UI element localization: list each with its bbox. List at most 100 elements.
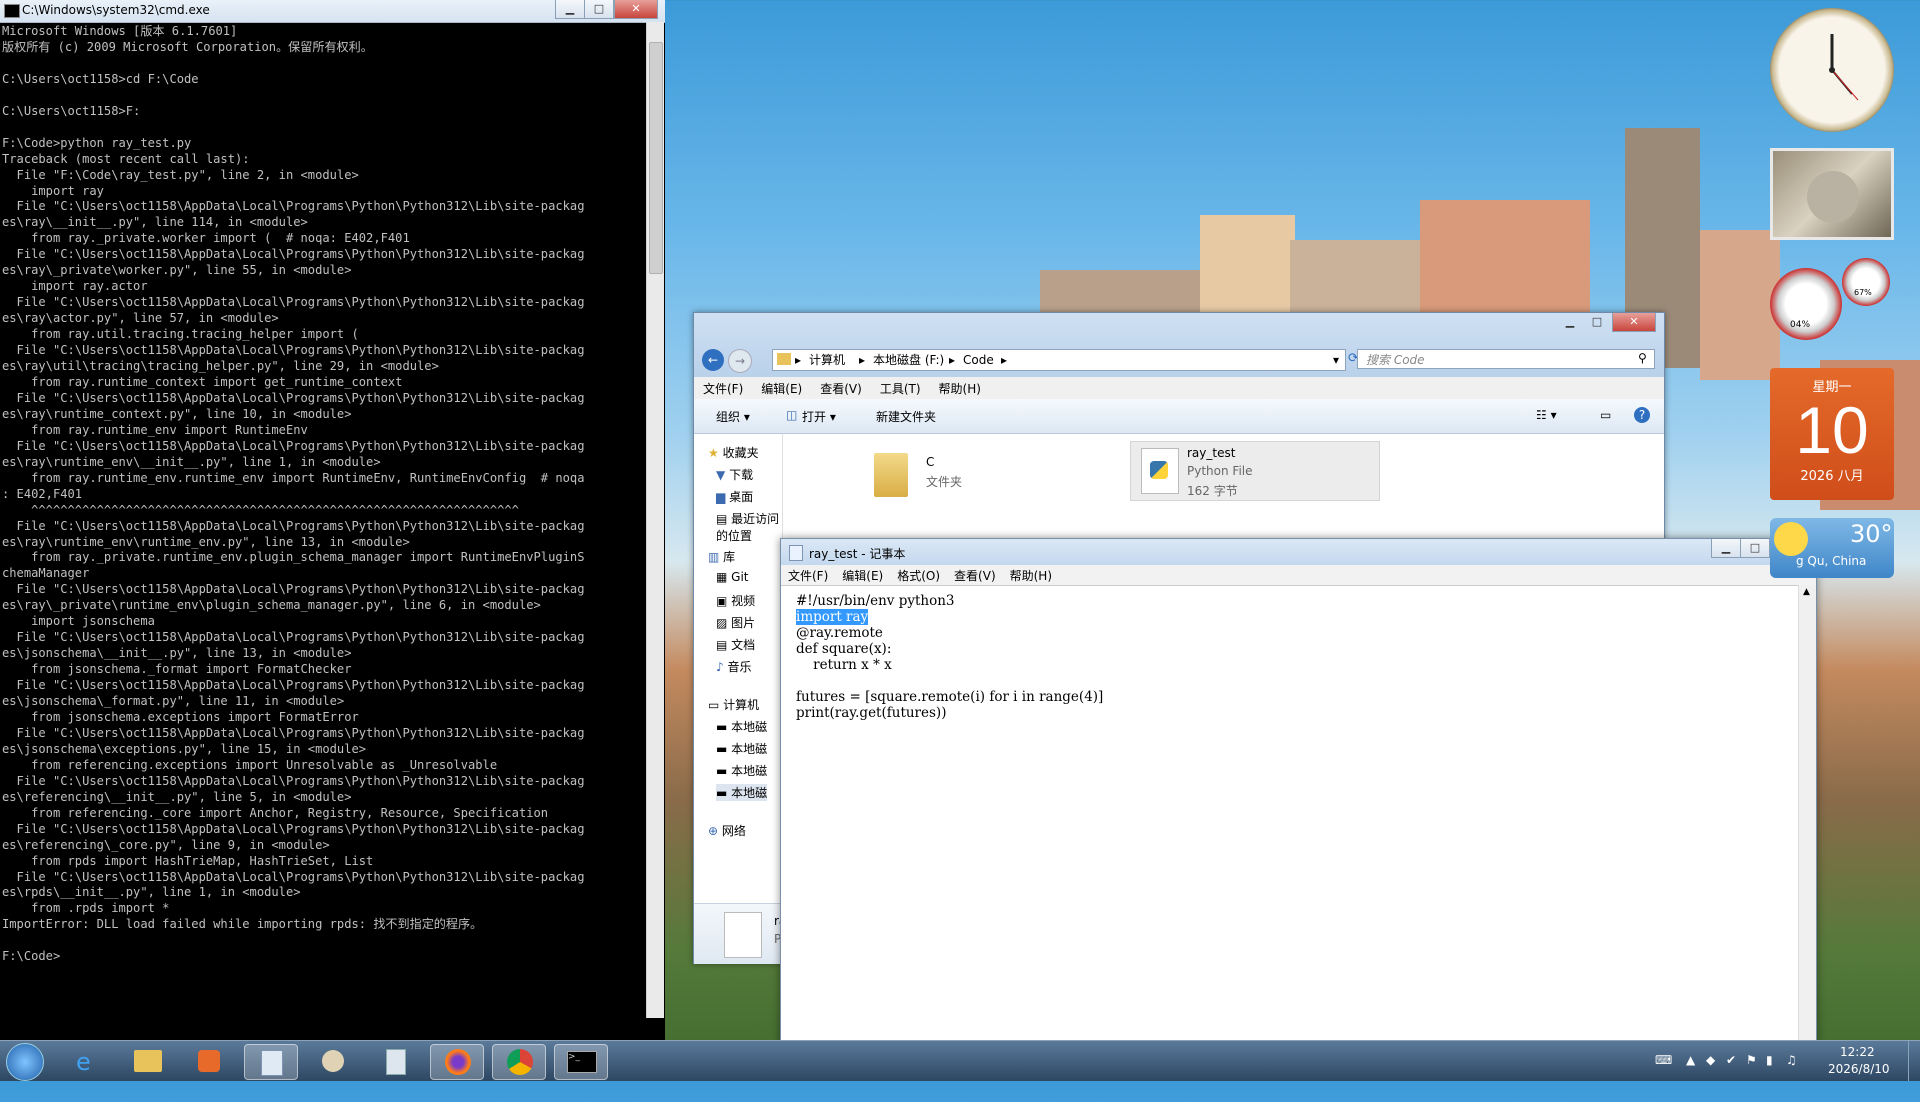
breadcrumb-disk[interactable]: 本地磁盘 (F:) bbox=[873, 350, 944, 370]
cmd-scrollbar[interactable] bbox=[646, 22, 664, 1018]
notepad-taskbar-icon[interactable] bbox=[244, 1044, 298, 1080]
nav-recent[interactable]: ▤ 最近访问的位置 bbox=[716, 510, 782, 544]
taskbar: e >_ ⌨ ▲ ◆ ✔ ⚑ ▮ ♫ 12:22 2026/8/10 bbox=[0, 1040, 1920, 1081]
chevron-down-icon[interactable]: ▾ bbox=[1333, 350, 1339, 370]
notepad-titlebar[interactable]: ray_test - 记事本 ▁ □ ✕ bbox=[781, 539, 1816, 565]
address-bar[interactable]: ▸ 计算机 ▸ 本地磁盘 (F:) ▸ Code ▸ ▾ bbox=[772, 349, 1346, 371]
maximize-button[interactable]: □ bbox=[584, 0, 614, 19]
breadcrumb-computer[interactable]: 计算机 bbox=[809, 350, 845, 370]
nav-disk-selected[interactable]: ▬ 本地磁 bbox=[716, 784, 768, 801]
network-tray-icon[interactable]: ▮ bbox=[1766, 1053, 1773, 1093]
security-icon[interactable]: ✔ bbox=[1726, 1053, 1736, 1093]
nav-disk[interactable]: ▬ 本地磁 bbox=[716, 762, 767, 779]
new-folder-button[interactable]: 新建文件夹 bbox=[876, 408, 936, 425]
slideshow-gadget[interactable] bbox=[1770, 148, 1894, 240]
tray-expand-icon[interactable]: ▲ bbox=[1686, 1053, 1695, 1093]
menu-file[interactable]: 文件(F) bbox=[694, 377, 752, 400]
preview-pane-icon[interactable]: ▭ bbox=[1600, 408, 1611, 422]
menu-edit[interactable]: 编辑(E) bbox=[835, 565, 890, 586]
cpu-meter-gadget[interactable]: 04% 67% bbox=[1770, 258, 1894, 348]
close-button[interactable]: ✕ bbox=[614, 0, 658, 19]
menu-help[interactable]: 帮助(H) bbox=[1003, 565, 1059, 586]
navigation-pane: ★ 收藏夹 ▼ 下载 ▆ 桌面 ▤ 最近访问的位置 ▥ 库 ▦ Git ▣ 视频… bbox=[694, 434, 783, 963]
menu-help[interactable]: 帮助(H) bbox=[930, 377, 990, 400]
clock-date[interactable]: 2026/8/10 bbox=[1828, 1062, 1890, 1102]
clock-gadget[interactable] bbox=[1770, 8, 1894, 132]
firefox-icon[interactable] bbox=[430, 1044, 484, 1080]
search-icon[interactable]: ⚲ bbox=[1638, 351, 1647, 365]
command-bar: 组织 ▾ ◫ 打开 ▾ 新建文件夹 ☷ ▾ ▭ ? bbox=[694, 399, 1664, 434]
file-name: C bbox=[926, 455, 935, 469]
explorer-taskbar-icon[interactable] bbox=[122, 1044, 174, 1078]
memory-percent: 67% bbox=[1854, 288, 1872, 297]
nav-downloads[interactable]: ▼ 下载 bbox=[716, 466, 753, 483]
calendar-gadget[interactable]: 星期一 10 2026 八月 bbox=[1770, 368, 1894, 500]
show-desktop-button[interactable] bbox=[1908, 1041, 1920, 1081]
nav-disk[interactable]: ▬ 本地磁 bbox=[716, 740, 767, 757]
nav-network[interactable]: ⊕ 网络 bbox=[708, 822, 746, 839]
minimize-button[interactable]: ▁ bbox=[1556, 313, 1584, 331]
cmd-scrollbar-thumb[interactable] bbox=[649, 42, 663, 274]
menu-view[interactable]: 查看(V) bbox=[811, 377, 871, 400]
calculator-icon[interactable] bbox=[368, 1044, 420, 1078]
scroll-up-icon[interactable]: ▲ bbox=[1803, 587, 1810, 597]
action-center-icon[interactable]: ⚑ bbox=[1746, 1053, 1757, 1093]
file-name: ray_test bbox=[1187, 446, 1236, 460]
minimize-button[interactable]: ▁ bbox=[1711, 539, 1741, 558]
calendar-day: 10 bbox=[1795, 393, 1869, 467]
maximize-button[interactable]: □ bbox=[1740, 539, 1770, 558]
breadcrumb-code[interactable]: Code bbox=[963, 350, 994, 370]
cmd-titlebar[interactable]: C:\Windows\system32\cmd.exe ▁ □ ✕ bbox=[0, 0, 665, 23]
desktop-icon: ▆ bbox=[716, 490, 726, 504]
nav-favorites[interactable]: ★ 收藏夹 bbox=[708, 444, 759, 461]
close-button[interactable]: ✕ bbox=[1612, 313, 1656, 332]
forward-icon[interactable]: → bbox=[728, 349, 752, 373]
nav-videos[interactable]: ▣ 视频 bbox=[716, 592, 755, 609]
help-icon[interactable]: ? bbox=[1634, 407, 1650, 423]
notepad-text-area[interactable]: #!/usr/bin/env python3 import ray @ray.r… bbox=[796, 593, 1103, 721]
cmd-window[interactable]: C:\Windows\system32\cmd.exe ▁ □ ✕ Micros… bbox=[0, 0, 665, 1044]
view-options-icon[interactable]: ☷ ▾ bbox=[1536, 408, 1557, 422]
notepad-scrollbar[interactable]: ▲ bbox=[1798, 585, 1816, 1049]
python-logo-icon bbox=[1150, 461, 1168, 479]
nav-computer[interactable]: ▭ 计算机 bbox=[708, 696, 759, 713]
chrome-icon[interactable] bbox=[492, 1044, 546, 1080]
notepad-window[interactable]: ray_test - 记事本 ▁ □ ✕ 文件(F)编辑(E)格式(O)查看(V… bbox=[780, 538, 1817, 1050]
minimize-button[interactable]: ▁ bbox=[555, 0, 585, 19]
keyboard-icon[interactable]: ⌨ bbox=[1655, 1053, 1672, 1093]
drive-icon: ▬ bbox=[716, 764, 728, 778]
drive-icon: ▬ bbox=[716, 720, 728, 734]
nav-desktop[interactable]: ▆ 桌面 bbox=[716, 488, 753, 505]
nav-pictures[interactable]: ▨ 图片 bbox=[716, 614, 755, 631]
file-item-selected[interactable]: ray_test Python File 162 字节 bbox=[1130, 441, 1380, 501]
volume-icon[interactable]: ♫ bbox=[1786, 1053, 1797, 1093]
menu-view[interactable]: 查看(V) bbox=[947, 565, 1003, 586]
organize-button[interactable]: 组织 ▾ bbox=[716, 408, 750, 425]
nav-music[interactable]: ♪ 音乐 bbox=[716, 658, 752, 675]
menu-format[interactable]: 格式(O) bbox=[890, 565, 947, 586]
maximize-button[interactable]: □ bbox=[1583, 313, 1611, 331]
open-button[interactable]: 打开 ▾ bbox=[802, 408, 836, 425]
search-input[interactable]: 搜索 Code bbox=[1357, 349, 1655, 369]
weather-gadget[interactable]: 30° g Qu, China bbox=[1770, 518, 1894, 578]
menu-tools[interactable]: 工具(T) bbox=[871, 377, 930, 400]
menu-edit[interactable]: 编辑(E) bbox=[752, 377, 811, 400]
folder-item[interactable]: C 文件夹 bbox=[874, 447, 1054, 503]
recent-icon: ▤ bbox=[716, 512, 728, 526]
cmd-output[interactable]: Microsoft Windows [版本 6.1.7601] 版权所有 (c)… bbox=[2, 24, 642, 1024]
nav-disk[interactable]: ▬ 本地磁 bbox=[716, 718, 767, 735]
ie-icon[interactable]: e bbox=[62, 1044, 114, 1078]
media-player-icon[interactable] bbox=[182, 1044, 234, 1078]
nav-git[interactable]: ▦ Git bbox=[716, 570, 749, 584]
tray-app-icon[interactable]: ◆ bbox=[1706, 1053, 1715, 1093]
calendar-weekday: 星期一 bbox=[1812, 380, 1852, 395]
wallpaper-building bbox=[1700, 230, 1780, 380]
nav-libraries[interactable]: ▥ 库 bbox=[708, 548, 735, 565]
back-icon[interactable]: ← bbox=[702, 349, 724, 371]
paint-icon[interactable] bbox=[306, 1044, 358, 1078]
weather-location: g Qu, China bbox=[1796, 554, 1867, 568]
start-button[interactable] bbox=[6, 1043, 44, 1081]
menu-file[interactable]: 文件(F) bbox=[781, 565, 835, 586]
cmd-taskbar-icon[interactable]: >_ bbox=[554, 1044, 608, 1080]
nav-documents[interactable]: ▤ 文档 bbox=[716, 636, 755, 653]
